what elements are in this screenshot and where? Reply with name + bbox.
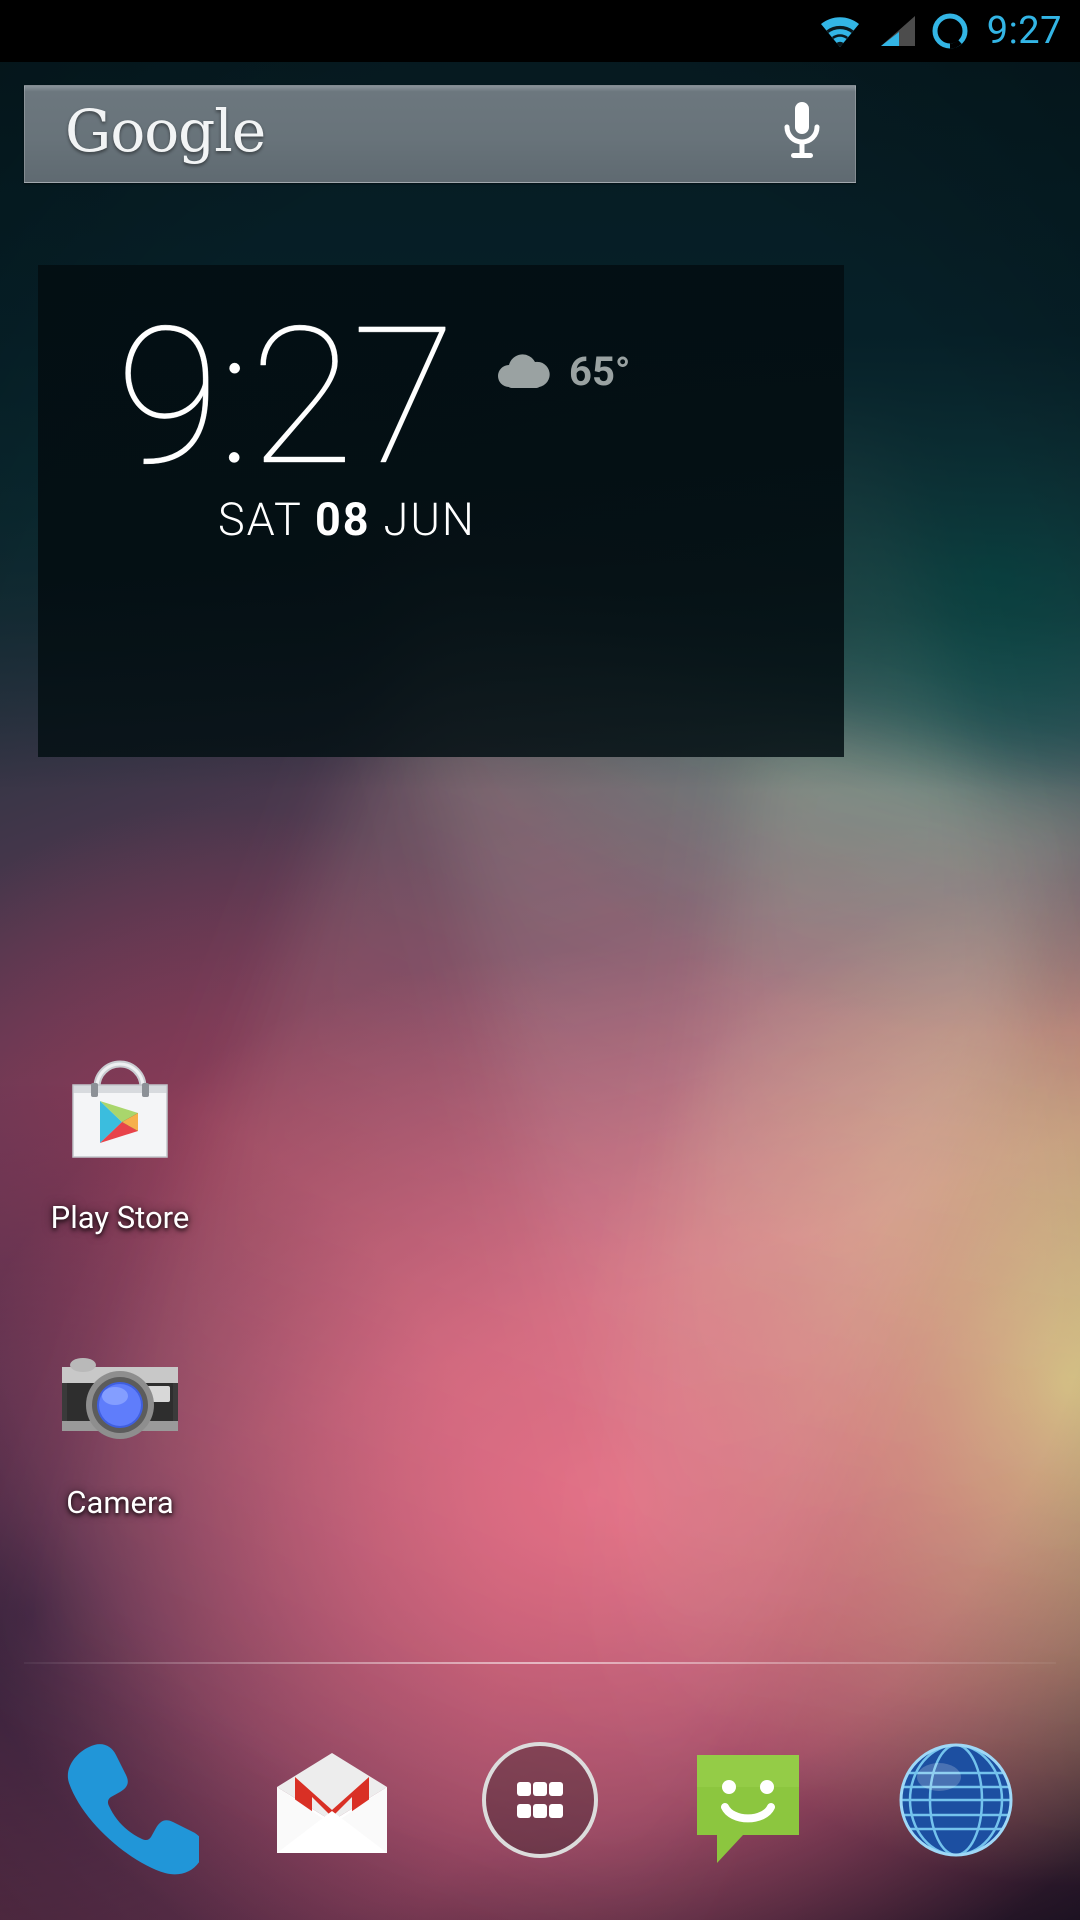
dock-item-gmail[interactable] [257, 1725, 407, 1875]
wifi-icon [817, 13, 863, 49]
widget-date[interactable]: SAT 08 JUN [218, 493, 476, 546]
microphone-icon[interactable] [775, 96, 829, 172]
google-logo: Google [65, 97, 266, 165]
clock-row: 9:27 65° [38, 303, 844, 503]
status-bar[interactable]: 9:27 [0, 0, 1080, 62]
status-bar-clock: 9:27 [986, 9, 1062, 53]
app-label: Camera [66, 1484, 174, 1521]
clock-weather-widget[interactable]: 9:27 65° SAT 08 JUN [38, 265, 844, 757]
cloud-icon [493, 349, 555, 395]
message-bubble-icon[interactable] [673, 1755, 823, 1879]
dock-item-browser[interactable] [881, 1725, 1031, 1875]
temperature-value: 65° [569, 348, 631, 395]
globe-browser-icon[interactable] [881, 1743, 1031, 1879]
dock-divider [24, 1662, 1056, 1664]
camera-icon[interactable] [45, 1320, 195, 1470]
app-icon-play-store[interactable]: Play Store [0, 1035, 240, 1236]
dock-item-all-apps[interactable] [465, 1725, 615, 1875]
dock-item-messaging[interactable] [673, 1725, 823, 1875]
dock [0, 1700, 1080, 1900]
date-day: 08 [314, 493, 371, 546]
google-search-bar[interactable]: Google [24, 85, 856, 183]
date-weekday: SAT [218, 493, 302, 546]
widget-clock-time[interactable]: 9:27 [116, 303, 456, 493]
cellular-signal-icon [875, 13, 917, 49]
app-label: Play Store [50, 1199, 190, 1236]
date-month: JUN [383, 493, 476, 546]
home-screen: 9:27 Google 9:27 65° SAT 08 JUN Play Sto… [0, 0, 1080, 1920]
sync-circle-icon [929, 10, 971, 52]
app-icon-camera[interactable]: Camera [0, 1320, 240, 1521]
all-apps-grid-icon[interactable] [465, 1742, 615, 1879]
play-store-icon[interactable] [45, 1035, 195, 1185]
gmail-envelope-icon[interactable] [257, 1753, 407, 1879]
weather-section[interactable]: 65° [493, 348, 630, 395]
dock-item-phone[interactable] [49, 1725, 204, 1875]
phone-icon[interactable] [49, 1744, 204, 1879]
